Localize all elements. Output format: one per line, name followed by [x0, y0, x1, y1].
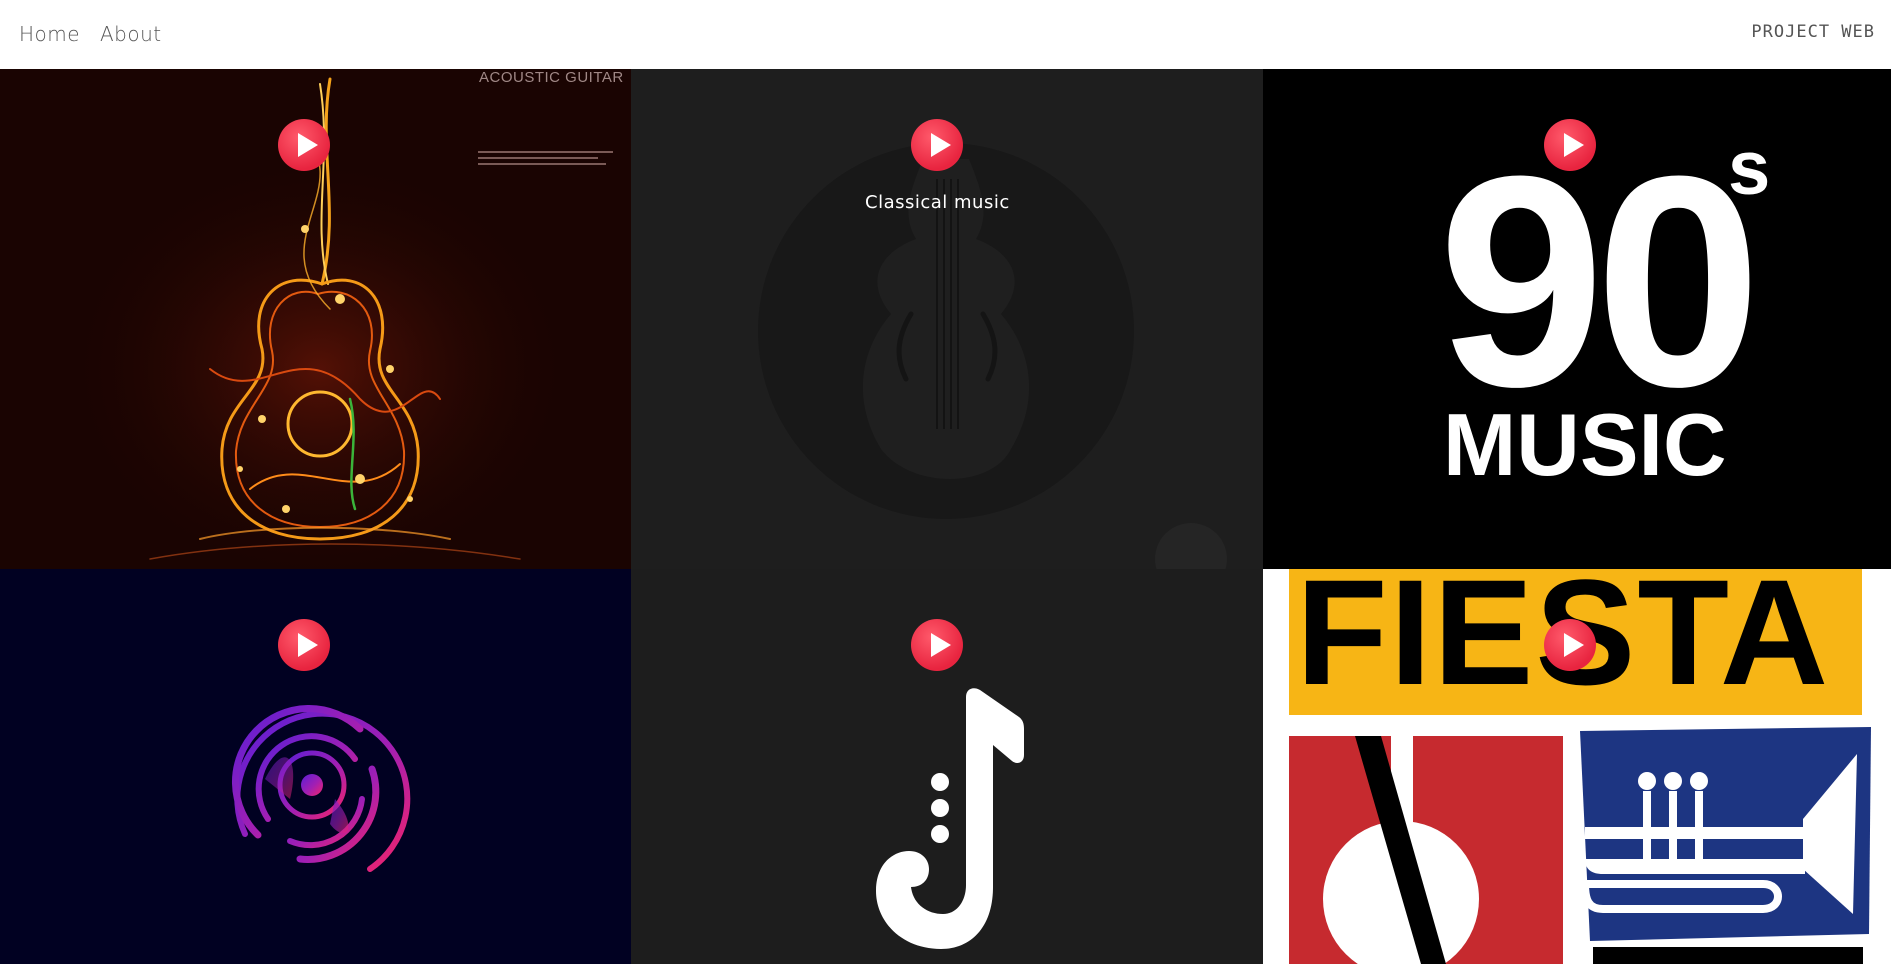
acoustic-guitar-tag: ACOUSTIC GUITAR: [479, 69, 624, 86]
genre-tile-fiesta[interactable]: FIESTA: [1263, 569, 1891, 964]
play-icon[interactable]: [278, 619, 330, 671]
classical-caption: Classical music: [865, 192, 1010, 213]
nineties-number: 90: [1438, 113, 1762, 449]
nineties-music-word: MUSIC: [1443, 395, 1727, 494]
nineties-superscript: s: [1728, 126, 1771, 211]
nav-home-link[interactable]: Home: [19, 22, 80, 46]
nav-about-link[interactable]: About: [100, 22, 162, 46]
genre-tile-acoustic[interactable]: ACOUSTIC GUITAR: [0, 69, 631, 569]
genre-tile-90s[interactable]: 90 s MUSIC: [1263, 69, 1891, 569]
genre-grid: ACOUSTIC GUITAR Classical music 90 s MUS…: [0, 69, 1891, 964]
genre-tile-classical[interactable]: Classical music: [631, 69, 1263, 569]
genre-tile-vinyl[interactable]: [0, 569, 631, 964]
brand-logo[interactable]: PROJECT WEB: [1751, 22, 1875, 42]
top-navbar: Home About PROJECT WEB: [0, 0, 1891, 69]
play-icon[interactable]: [911, 619, 963, 671]
play-icon[interactable]: [911, 119, 963, 171]
genre-tile-saxophone[interactable]: [631, 569, 1263, 964]
play-icon[interactable]: [1544, 119, 1596, 171]
play-icon[interactable]: [1544, 619, 1596, 671]
play-icon[interactable]: [278, 119, 330, 171]
